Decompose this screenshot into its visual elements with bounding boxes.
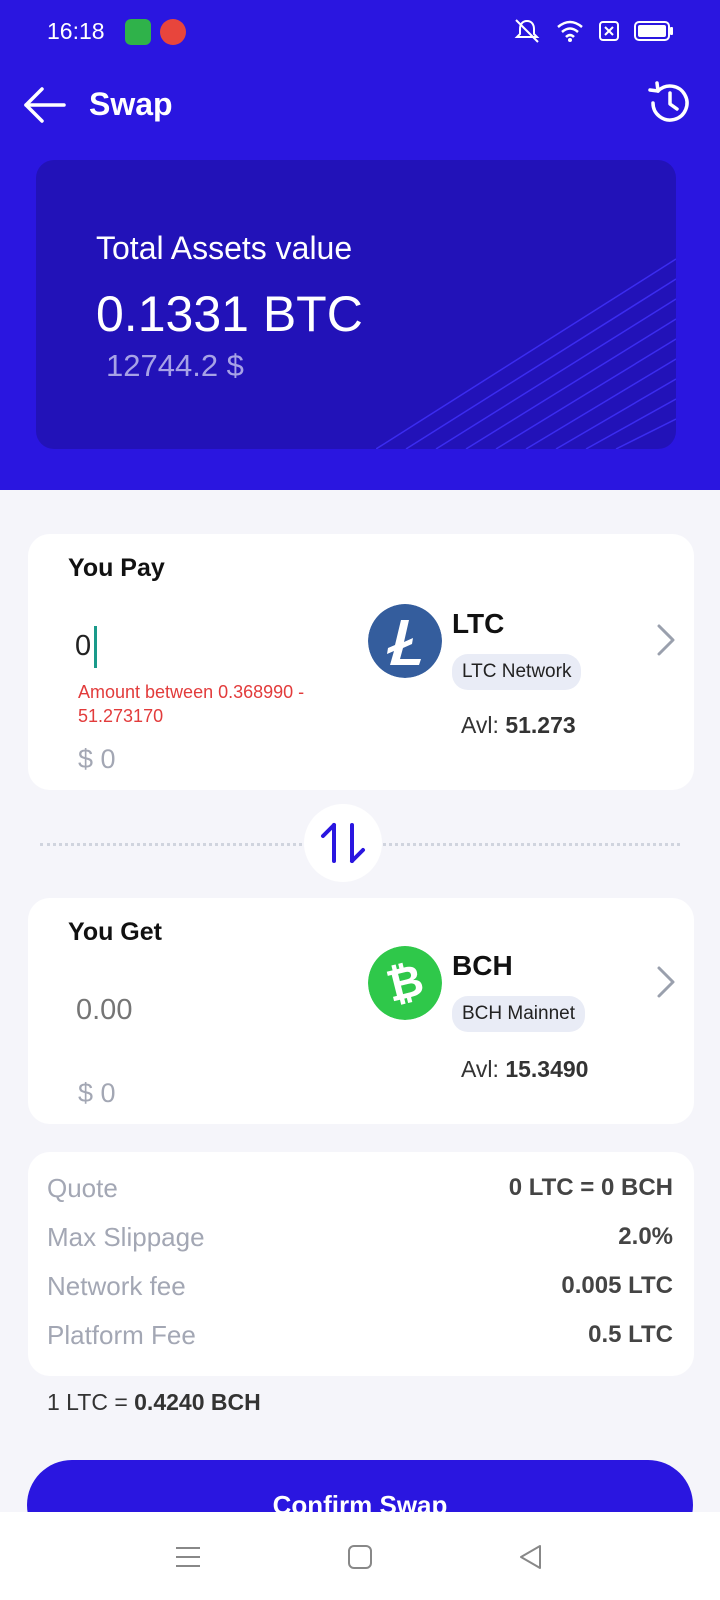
pay-network-chip: LTC Network bbox=[452, 654, 582, 690]
swap-direction-button[interactable] bbox=[304, 804, 382, 882]
pay-avl-label: Avl: bbox=[461, 712, 499, 738]
exchange-rate: 1 LTC = 0.4240 BCH bbox=[47, 1389, 261, 1416]
detail-row-network-fee: Network fee 0.005 LTC bbox=[47, 1266, 673, 1306]
detail-label: Platform Fee bbox=[47, 1319, 196, 1350]
notification-app-icon bbox=[125, 19, 151, 45]
system-back-button[interactable] bbox=[516, 1542, 546, 1572]
pay-available: Avl: 51.273 bbox=[461, 712, 576, 739]
sim-off-icon bbox=[599, 21, 619, 41]
status-bar: 16:18 bbox=[0, 0, 720, 64]
you-get-title: You Get bbox=[68, 918, 162, 946]
total-assets-label: Total Assets value bbox=[96, 230, 353, 266]
browser-app-icon bbox=[160, 19, 186, 45]
detail-label: Max Slippage bbox=[47, 1221, 205, 1252]
detail-label: Network fee bbox=[47, 1270, 186, 1301]
pay-amount-input[interactable] bbox=[75, 630, 325, 663]
detail-value: 2.0% bbox=[618, 1223, 673, 1250]
swap-details-card: Quote 0 LTC = 0 BCH Max Slippage 2.0% Ne… bbox=[28, 1152, 694, 1376]
get-network-chip: BCH Mainnet bbox=[452, 996, 585, 1032]
system-nav-bar bbox=[0, 1512, 720, 1600]
back-button[interactable] bbox=[22, 82, 68, 128]
text-caret bbox=[94, 626, 97, 668]
triangle-back-icon bbox=[520, 1545, 541, 1569]
detail-row-platform-fee: Platform Fee 0.5 LTC bbox=[47, 1315, 673, 1355]
amount-error-message: Amount between 0.368990 - 51.273170 bbox=[78, 682, 305, 726]
mute-icon bbox=[514, 19, 540, 43]
arrow-left-icon bbox=[24, 87, 66, 123]
get-coin-selector[interactable]: ₿ BCH BCH Mainnet bbox=[368, 946, 678, 1036]
you-get-card: You Get $ 0 ₿ BCH BCH Mainnet Avl: 15.34… bbox=[28, 898, 694, 1124]
total-assets-card: Total Assets value 0.1331 BTC 12744.2 $ bbox=[36, 160, 676, 449]
detail-value: 0 LTC = 0 BCH bbox=[508, 1174, 673, 1201]
battery-icon bbox=[634, 21, 673, 41]
detail-value: 0.5 LTC bbox=[588, 1321, 673, 1348]
home-button[interactable] bbox=[345, 1542, 375, 1572]
get-fiat-value: $ 0 bbox=[78, 1078, 116, 1108]
get-amount-input[interactable] bbox=[76, 994, 326, 1027]
pay-avl-value: 51.273 bbox=[505, 712, 576, 738]
pay-fiat-value: $ 0 bbox=[78, 744, 116, 774]
chevron-right-icon bbox=[657, 966, 675, 998]
detail-row-slippage: Max Slippage 2.0% bbox=[47, 1217, 673, 1257]
pay-coin-symbol: LTC bbox=[452, 608, 505, 639]
swap-arrows-icon bbox=[321, 823, 365, 863]
detail-label: Quote bbox=[47, 1172, 118, 1203]
total-assets-btc: 0.1331 BTC bbox=[96, 286, 363, 342]
status-time: 16:18 bbox=[47, 18, 105, 44]
wifi-icon bbox=[557, 20, 583, 42]
litecoin-icon bbox=[368, 604, 442, 678]
total-assets-usd: 12744.2 $ bbox=[106, 348, 244, 383]
top-nav-bar: Swap bbox=[0, 72, 720, 136]
get-available: Avl: 15.3490 bbox=[461, 1056, 588, 1083]
status-icons bbox=[512, 18, 674, 44]
page-title: Swap bbox=[89, 86, 173, 122]
rate-left: 1 LTC = bbox=[47, 1389, 135, 1415]
detail-row-quote: Quote 0 LTC = 0 BCH bbox=[47, 1168, 673, 1208]
history-icon bbox=[648, 81, 689, 122]
get-coin-symbol: BCH bbox=[452, 950, 513, 981]
rate-right: 0.4240 BCH bbox=[134, 1389, 261, 1415]
bitcoin-cash-icon: ₿ bbox=[368, 946, 442, 1020]
home-square-icon bbox=[348, 1545, 372, 1569]
decorative-lines bbox=[376, 258, 676, 449]
chevron-right-icon bbox=[657, 624, 675, 656]
get-avl-value: 15.3490 bbox=[505, 1056, 589, 1082]
menu-button[interactable] bbox=[173, 1542, 203, 1572]
header-hero: 16:18 Swap Total Assets value 0.1331 BTC… bbox=[0, 0, 720, 490]
detail-value: 0.005 LTC bbox=[561, 1272, 673, 1299]
pay-coin-selector[interactable]: LTC LTC Network bbox=[368, 604, 678, 694]
get-avl-label: Avl: bbox=[461, 1056, 499, 1082]
history-button[interactable] bbox=[644, 78, 694, 128]
menu-icon bbox=[176, 1547, 200, 1567]
you-pay-title: You Pay bbox=[68, 554, 165, 582]
you-pay-card: You Pay Amount between 0.368990 - 51.273… bbox=[28, 534, 694, 790]
